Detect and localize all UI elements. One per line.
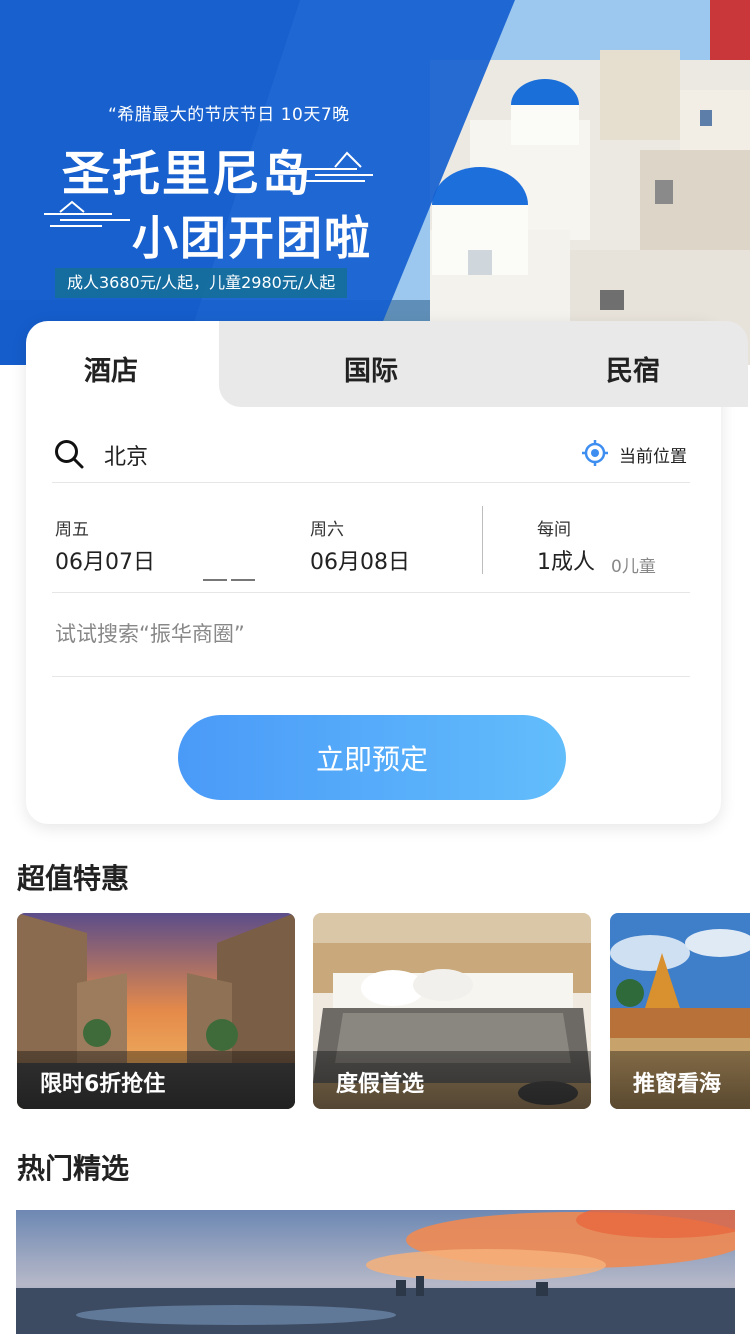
current-location-button[interactable]: 当前位置 <box>619 442 687 467</box>
checkout-date[interactable]: 06月08日 <box>310 544 410 576</box>
destination-row[interactable]: 北京 当前位置 <box>52 433 690 483</box>
destination-city[interactable]: 北京 <box>104 439 148 471</box>
checkout-weekday[interactable]: 周六 <box>310 515 344 540</box>
date-range-separator <box>203 566 259 581</box>
banner-subtitle: “希腊最大的节庆节日 10天7晚 <box>108 105 350 125</box>
deal-card[interactable]: 推窗看海 <box>610 913 750 1109</box>
deal-label: 限时6折抢住 <box>17 1051 295 1109</box>
keyword-search-input[interactable] <box>55 622 655 646</box>
adults-count[interactable]: 1成人 <box>537 544 595 576</box>
page: “希腊最大的节庆节日 10天7晚 圣托里尼岛 小团开团啦 成人3680元/人起，… <box>0 0 750 1334</box>
cloud-decoration-icon <box>297 151 373 182</box>
banner-title-line1: 圣托里尼岛 <box>62 146 313 202</box>
cloud-decoration-icon <box>44 200 130 227</box>
deal-label: 度假首选 <box>313 1051 591 1109</box>
checkin-weekday[interactable]: 周五 <box>55 515 89 540</box>
deal-card[interactable]: 度假首选 <box>313 913 591 1109</box>
tabs-inactive-background <box>219 321 748 407</box>
deal-label: 推窗看海 <box>610 1051 750 1109</box>
hotel-search-card: 酒店 国际 民宿 北京 当前位置 周五 06月07日 周六 06月08日 每间 … <box>26 321 748 824</box>
location-target-icon[interactable] <box>582 440 608 466</box>
deal-card[interactable]: 限时6折抢住 <box>17 913 295 1109</box>
checkin-date[interactable]: 06月07日 <box>55 544 155 576</box>
per-room-label: 每间 <box>537 520 571 540</box>
promo-banner[interactable]: “希腊最大的节庆节日 10天7晚 圣托里尼岛 小团开团啦 成人3680元/人起，… <box>0 0 750 365</box>
search-icon <box>55 440 84 469</box>
vertical-divider <box>482 506 483 574</box>
date-guest-row: 周五 06月07日 周六 06月08日 每间 1成人 0儿童 <box>52 482 690 593</box>
keyword-row <box>52 592 690 677</box>
tab-hotel[interactable]: 酒店 <box>84 349 138 388</box>
banner-price-tag: 成人3680元/人起，儿童2980元/人起 <box>55 268 348 298</box>
deals-section-title: 超值特惠 <box>17 862 130 895</box>
hot-pick-image-city-sunset <box>16 1210 735 1334</box>
tab-international[interactable]: 国际 <box>344 349 398 388</box>
hot-picks-section-title: 热门精选 <box>17 1152 130 1185</box>
book-now-button[interactable]: 立即预定 <box>178 715 566 800</box>
hot-pick-card[interactable] <box>16 1210 735 1334</box>
children-count[interactable]: 0儿童 <box>611 552 656 577</box>
banner-title-line2: 小团开团啦 <box>132 211 372 265</box>
tab-homestay[interactable]: 民宿 <box>606 349 660 388</box>
